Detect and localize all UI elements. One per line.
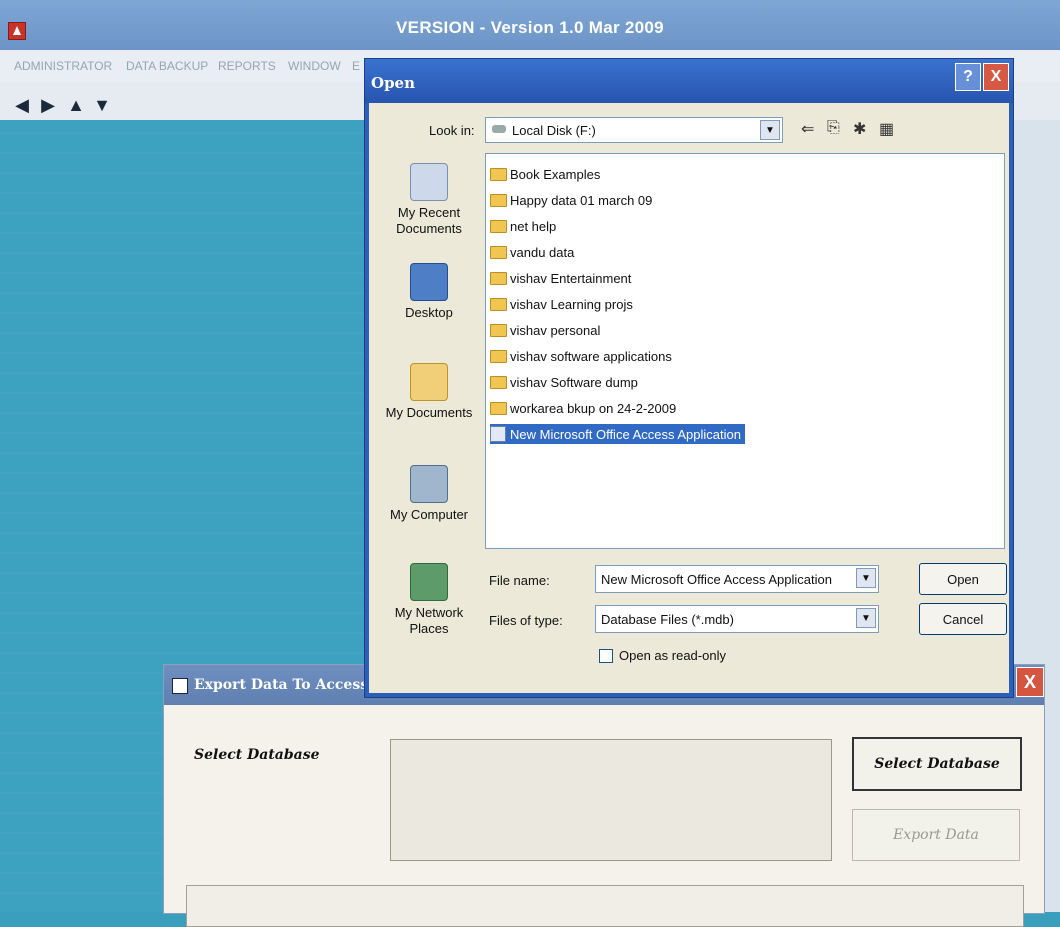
export-close-button[interactable]: X — [1016, 667, 1044, 697]
open-titlebar: Open ? X — [365, 59, 1013, 103]
up-folder-icon[interactable]: ⎘ — [827, 119, 840, 137]
my-documents-icon — [410, 363, 448, 401]
app-title: VERSION - Version 1.0 Mar 2009 — [396, 18, 664, 37]
place-my-documents[interactable]: My Documents — [383, 363, 475, 421]
database-path-display — [390, 739, 832, 861]
my-computer-icon — [410, 465, 448, 503]
desktop-icon — [410, 263, 448, 301]
file-name: vandu data — [510, 244, 575, 260]
export-body: Select Database Select Database Export D… — [164, 705, 1044, 927]
look-in-label: Look in: — [429, 123, 475, 138]
database-file-icon — [490, 426, 506, 442]
open-button[interactable]: Open — [919, 563, 1007, 595]
list-item[interactable]: vishav personal — [490, 320, 600, 340]
menu-more[interactable]: E — [352, 59, 360, 73]
export-dialog: Export Data To Access X Select Database … — [163, 664, 1045, 927]
folder-icon — [490, 297, 507, 311]
open-body: Look in: Local Disk (F:) ▼ ⇐ ⎘ ✱ ▦ My Re… — [369, 103, 1009, 693]
file-name: Happy data 01 march 09 — [510, 192, 653, 208]
open-dialog-title: Open — [371, 74, 416, 92]
files-of-type-select[interactable]: Database Files (*.mdb) ▼ — [595, 605, 879, 633]
folder-icon — [490, 219, 507, 233]
list-item[interactable]: net help — [490, 216, 556, 236]
file-name: workarea bkup on 24-2-2009 — [510, 400, 677, 416]
chevron-down-icon[interactable]: ▼ — [856, 568, 876, 588]
list-item-selected[interactable]: New Microsoft Office Access Application — [490, 424, 745, 444]
file-name-value: New Microsoft Office Access Application — [601, 572, 832, 587]
window-icon — [172, 678, 188, 694]
file-name-input[interactable]: New Microsoft Office Access Application … — [595, 565, 879, 593]
list-item[interactable]: vishav Entertainment — [490, 268, 631, 288]
network-places-icon — [410, 563, 448, 601]
folder-icon — [490, 193, 507, 207]
place-label: My Documents — [385, 405, 473, 420]
file-name: vishav Entertainment — [510, 270, 632, 286]
files-of-type-label: Files of type: — [489, 613, 563, 628]
export-data-button[interactable]: Export Data — [852, 809, 1020, 861]
list-item[interactable]: vishav Software dump — [490, 372, 638, 392]
select-database-button[interactable]: Select Database — [852, 737, 1022, 791]
place-my-recent-documents[interactable]: My Recent Documents — [383, 163, 475, 237]
place-desktop[interactable]: Desktop — [383, 263, 475, 321]
place-label: My Computer — [389, 507, 469, 522]
folder-icon — [490, 349, 507, 363]
file-name: vishav Software dump — [510, 374, 638, 390]
read-only-checkbox[interactable] — [599, 649, 613, 663]
export-status-panel — [186, 885, 1024, 927]
down-record-icon[interactable]: ▼ — [90, 94, 114, 116]
new-folder-icon[interactable]: ✱ — [853, 119, 866, 139]
folder-icon — [490, 167, 507, 181]
list-item[interactable]: Book Examples — [490, 164, 600, 184]
up-record-icon[interactable]: ▲ — [64, 94, 88, 116]
menu-window[interactable]: WINDOW — [288, 59, 341, 73]
file-name: vishav software applications — [510, 348, 672, 364]
folder-icon — [490, 323, 507, 337]
file-name: vishav Learning projs — [510, 296, 633, 312]
file-name-label: File name: — [489, 573, 550, 588]
place-label: My Network Places — [394, 605, 464, 636]
folder-icon — [490, 271, 507, 285]
app-titlebar: VERSION - Version 1.0 Mar 2009 — [0, 0, 1060, 50]
list-item[interactable]: workarea bkup on 24-2-2009 — [490, 398, 676, 418]
read-only-label: Open as read-only — [619, 648, 726, 663]
menu-reports[interactable]: REPORTS — [218, 59, 276, 73]
folder-icon — [490, 401, 507, 415]
file-list[interactable]: Book Examples Happy data 01 march 09 net… — [485, 153, 1005, 549]
look-in-select[interactable]: Local Disk (F:) ▼ — [485, 117, 783, 143]
list-item[interactable]: vishav software applications — [490, 346, 672, 366]
file-name: net help — [510, 218, 557, 234]
place-my-network-places[interactable]: My Network Places — [383, 563, 475, 637]
view-menu-icon[interactable]: ▦ — [879, 119, 894, 139]
chevron-down-icon[interactable]: ▼ — [760, 120, 780, 140]
cancel-button[interactable]: Cancel — [919, 603, 1007, 635]
file-name: Book Examples — [510, 166, 601, 182]
list-item[interactable]: vishav Learning projs — [490, 294, 633, 314]
file-name: vishav personal — [510, 322, 601, 338]
close-button[interactable]: X — [983, 63, 1009, 91]
export-dialog-title: Export Data To Access — [194, 677, 369, 693]
next-record-icon[interactable]: ▶ — [36, 94, 60, 116]
drive-icon — [492, 125, 506, 133]
chevron-down-icon[interactable]: ▼ — [856, 608, 876, 628]
menu-administrator[interactable]: ADMINISTRATOR — [14, 59, 112, 73]
file-name: New Microsoft Office Access Application — [510, 426, 741, 442]
back-icon[interactable]: ⇐ — [801, 119, 814, 139]
list-item[interactable]: vandu data — [490, 242, 574, 262]
place-label: My Recent Documents — [396, 205, 462, 236]
menu-data-backup[interactable]: DATA BACKUP — [126, 59, 208, 73]
first-record-icon[interactable]: ◀ — [10, 94, 34, 116]
place-my-computer[interactable]: My Computer — [383, 465, 475, 523]
list-item[interactable]: Happy data 01 march 09 — [490, 190, 652, 210]
folder-icon — [490, 375, 507, 389]
place-label: Desktop — [405, 305, 453, 320]
open-dialog: Open ? X Look in: Local Disk (F:) ▼ ⇐ ⎘ … — [364, 58, 1014, 698]
folder-icon — [490, 245, 507, 259]
select-database-label: Select Database — [194, 747, 320, 763]
files-of-type-value: Database Files (*.mdb) — [601, 612, 734, 627]
places-bar: My Recent Documents Desktop My Documents… — [383, 153, 475, 693]
look-in-value: Local Disk (F:) — [512, 123, 596, 138]
help-button[interactable]: ? — [955, 63, 981, 91]
recent-documents-icon — [410, 163, 448, 201]
